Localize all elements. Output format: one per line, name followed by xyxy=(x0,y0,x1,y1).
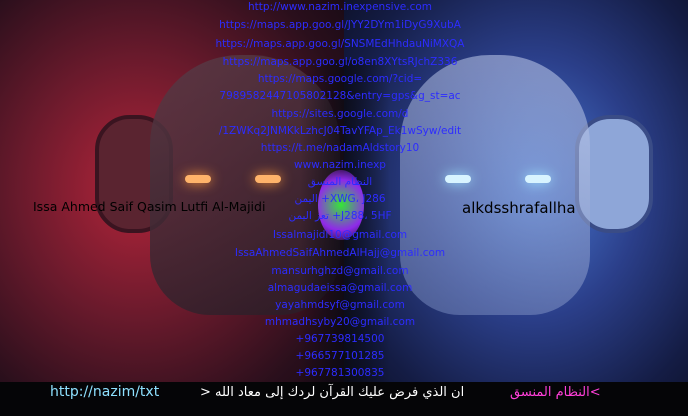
bottom-arabic-text: ان الذي فرض عليك القرآن لردك إلى معاد ال… xyxy=(200,385,465,400)
right-robot-eye xyxy=(525,175,551,183)
bottom-pink-label: النظام المنسق< xyxy=(510,385,601,400)
link-item[interactable]: +966577101285 xyxy=(190,350,490,362)
link-item[interactable]: https://maps.app.goo.gl/JYY2DYm1iDyG9Xub… xyxy=(190,19,490,31)
link-item[interactable]: /1ZWKq2JNMKkLzhcJ04TavYFAp_Ek1wSyw/edit xyxy=(190,125,490,137)
link-item[interactable]: https://t.me/nadamAldstory10 xyxy=(190,142,490,154)
link-item[interactable]: https://maps.app.goo.gl/SNSMEdHhdauNiMXQ… xyxy=(190,38,490,50)
link-item[interactable]: mhmadhsyby20@gmail.com xyxy=(190,316,490,328)
link-item[interactable]: https://maps.app.goo.gl/o8en8XYtsRJchZ33… xyxy=(190,56,490,68)
link-item[interactable]: +967781300835 xyxy=(190,367,490,379)
link-item[interactable]: 7989582447105802128&entry=gps&g_st=ac xyxy=(190,90,490,102)
link-item[interactable]: mansurhghzd@gmail.com xyxy=(190,265,490,277)
link-item[interactable]: https://maps.google.com/?cid= xyxy=(190,73,490,85)
right-name-label: alkdsshrafallha xyxy=(462,199,576,217)
link-item[interactable]: Issalmajidi10@gmail.com xyxy=(190,229,490,241)
bottom-url-link[interactable]: http://nazim/txt xyxy=(50,384,159,400)
link-item[interactable]: almagudaeissa@gmail.com xyxy=(190,282,490,294)
link-item: النظام المنسق xyxy=(307,176,373,188)
left-name-label: Issa Ahmed Saif Qasim Lutfi Al-Majidi xyxy=(33,199,266,214)
link-item[interactable]: +967739814500 xyxy=(190,333,490,345)
link-item[interactable]: https://sites.google.com/d xyxy=(190,108,490,120)
link-item[interactable]: IssaAhmedSaifAhmedAlHajj@gmail.com xyxy=(190,247,490,259)
link-item[interactable]: yayahmdsyf@gmail.com xyxy=(190,299,490,311)
link-item[interactable]: www.nazim.inexp xyxy=(190,159,490,171)
link-item[interactable]: http://www.nazim.inexpensive.com xyxy=(190,1,490,13)
